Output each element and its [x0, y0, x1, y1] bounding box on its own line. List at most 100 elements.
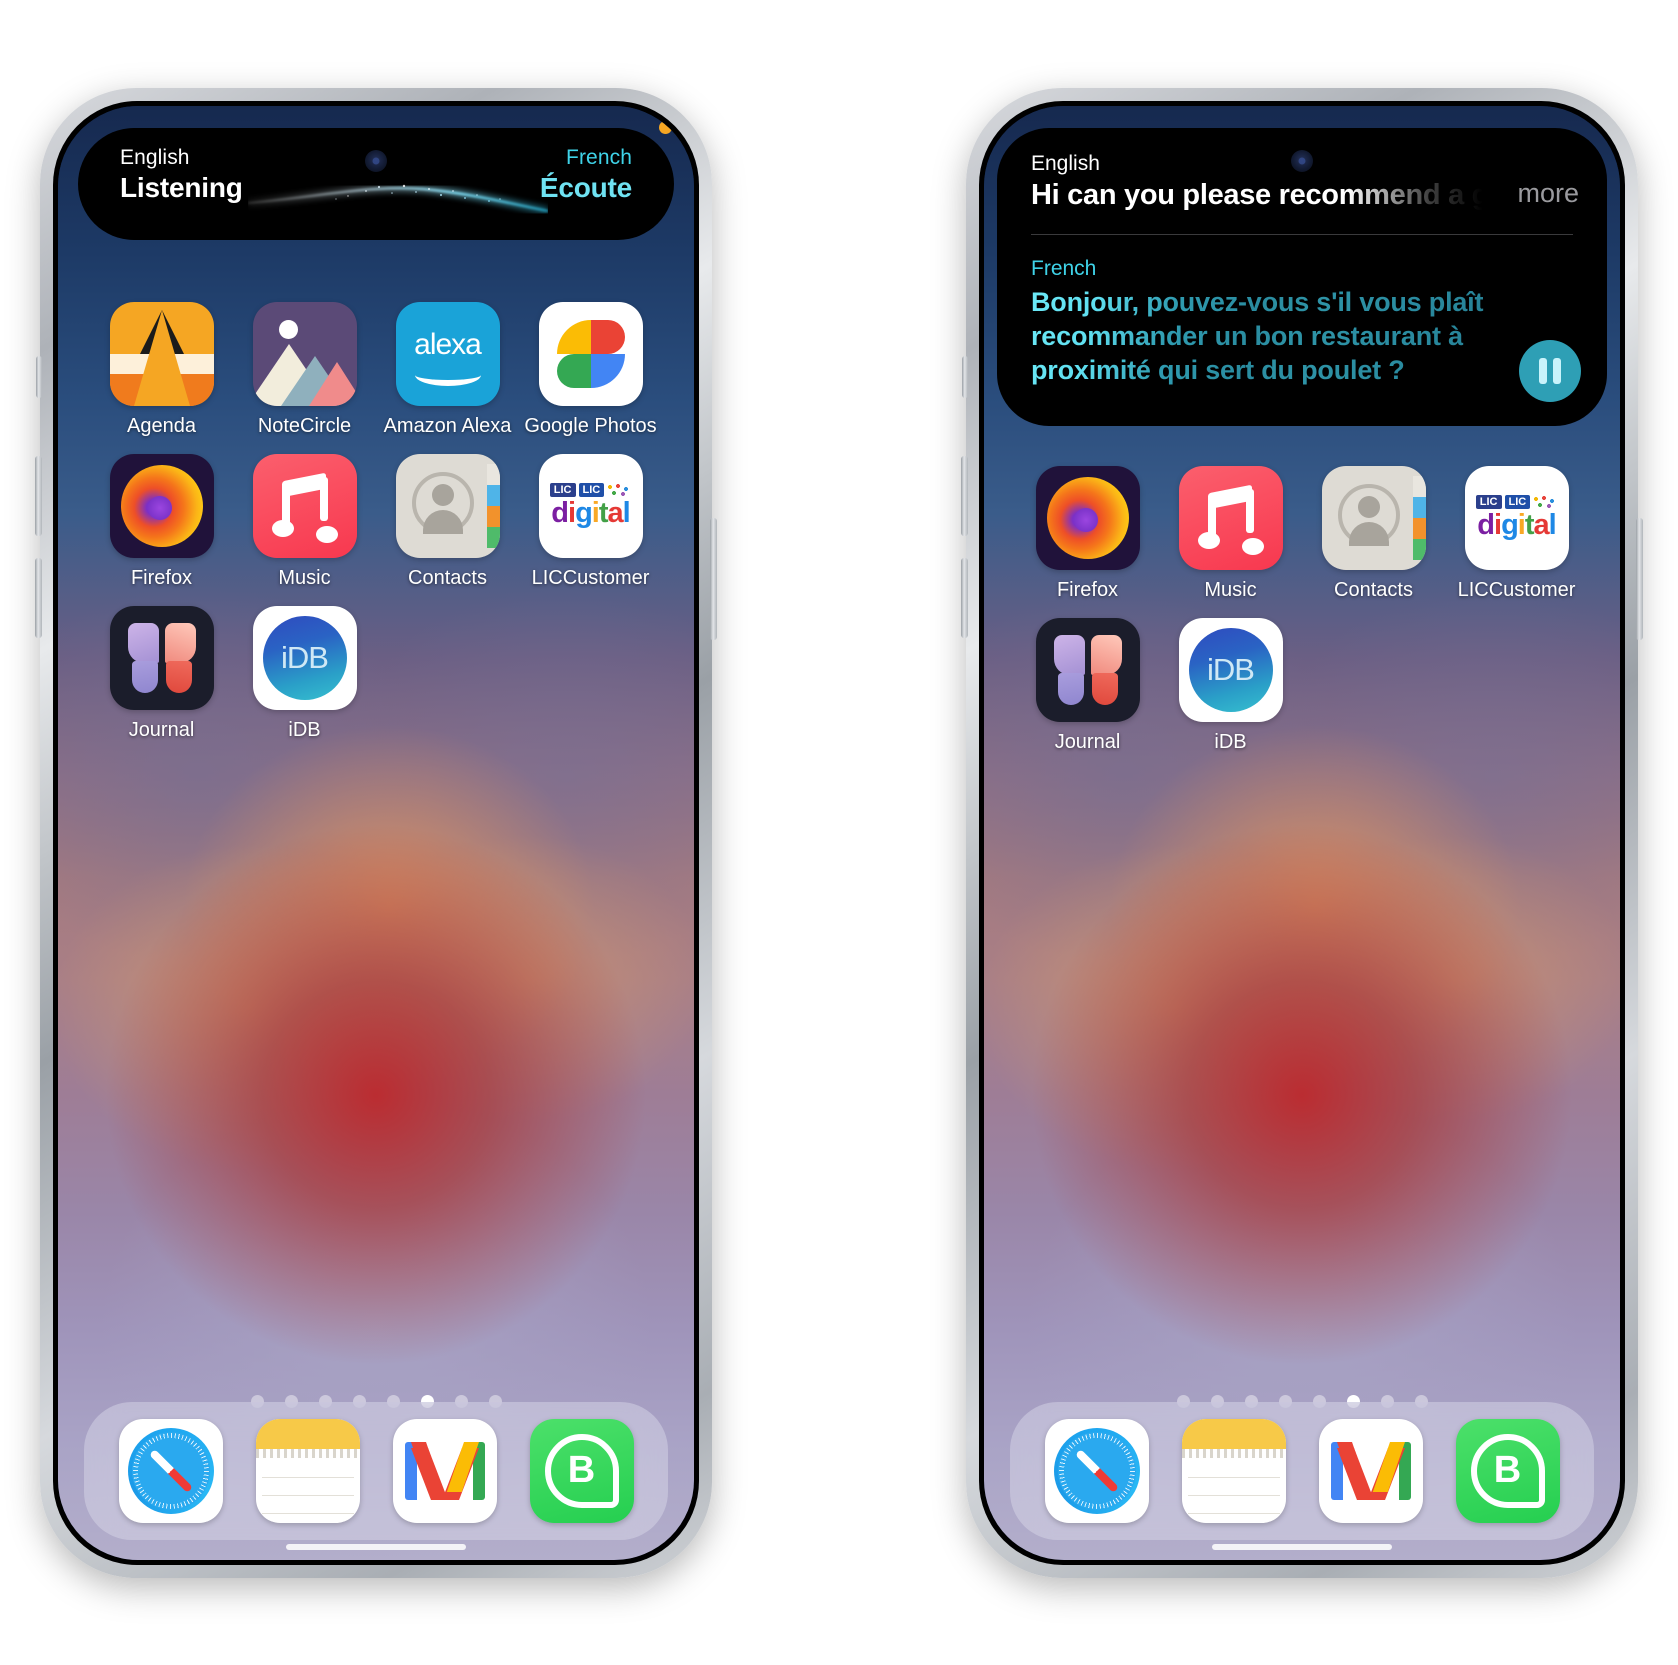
idb-wordmark: iDB: [262, 615, 347, 700]
app-icon-journal[interactable]: Journal: [90, 605, 233, 742]
microphone-active-indicator-icon: [659, 120, 672, 134]
power-button[interactable]: [1636, 517, 1643, 640]
dock-right: B: [1010, 1401, 1594, 1540]
app-icon-agenda[interactable]: Agenda: [90, 301, 233, 438]
target-language-label: French: [566, 145, 632, 169]
phone-right: Firefox Music Contacts LIC LIC digital L…: [961, 87, 1643, 1578]
digital-wordmark: digital: [551, 497, 630, 529]
app-icon-google-photos[interactable]: Google Photos: [519, 301, 662, 438]
truedepth-camera-icon: [1291, 149, 1313, 172]
target-language-label: French: [1031, 256, 1097, 280]
screen-left: Agenda NoteCircle alexa Amazon Alexa Goo…: [58, 105, 694, 1560]
notecircle-icon: [252, 301, 357, 406]
home-screen-app-grid-right: Firefox Music Contacts LIC LIC digital L…: [984, 465, 1620, 770]
volume-down-button[interactable]: [35, 557, 42, 638]
app-icon-contacts[interactable]: Contacts: [1302, 465, 1445, 602]
source-language-label: English: [120, 145, 190, 169]
whatsapp-business-icon[interactable]: B: [529, 1418, 634, 1523]
app-label: LICCustomer: [1457, 578, 1576, 601]
app-label: Firefox: [130, 566, 193, 589]
gmail-icon[interactable]: [1318, 1418, 1423, 1523]
target-translation-text: Bonjour, pouvez-vous s'il vous plaît rec…: [1031, 285, 1503, 387]
notes-icon[interactable]: [255, 1418, 360, 1523]
phone-bezel-left: Agenda NoteCircle alexa Amazon Alexa Goo…: [53, 100, 699, 1565]
home-screen-app-grid-left: Agenda NoteCircle alexa Amazon Alexa Goo…: [58, 301, 694, 758]
home-indicator[interactable]: [1212, 1543, 1392, 1550]
island-source-block: English Listening: [120, 146, 243, 206]
phone-left: Agenda NoteCircle alexa Amazon Alexa Goo…: [35, 87, 717, 1578]
safari-icon[interactable]: [118, 1418, 223, 1523]
app-label: Firefox: [1056, 578, 1119, 601]
island-target-block: French Écoute: [540, 146, 632, 206]
notes-icon[interactable]: [1181, 1418, 1286, 1523]
silent-switch[interactable]: [962, 355, 968, 398]
app-label: iDB: [288, 718, 321, 741]
whatsapp-b-glyph: B: [544, 1433, 619, 1508]
app-icon-idb[interactable]: iDB iDB: [1159, 617, 1302, 754]
source-transcript-text: Hi can you please recommend a good: [1031, 178, 1483, 211]
app-row: Journal iDB iDB: [90, 605, 662, 742]
app-icon-journal[interactable]: Journal: [1016, 617, 1159, 754]
source-status-label: Listening: [120, 172, 243, 204]
app-row: Agenda NoteCircle alexa Amazon Alexa Goo…: [90, 301, 662, 438]
digital-wordmark: digital: [1477, 509, 1556, 541]
idb-icon: iDB: [1178, 617, 1283, 722]
gmail-icon[interactable]: [392, 1418, 497, 1523]
app-label: Agenda: [127, 414, 196, 437]
app-row: Journal iDB iDB: [1016, 617, 1588, 754]
app-icon-notecircle[interactable]: NoteCircle: [233, 301, 376, 438]
target-status-label: Écoute: [539, 172, 632, 204]
contacts-icon: [1321, 465, 1426, 570]
app-icon-music[interactable]: Music: [233, 453, 376, 590]
more-button[interactable]: more: [1517, 178, 1579, 209]
screen-right: Firefox Music Contacts LIC LIC digital L…: [984, 105, 1620, 1560]
app-label: Journal: [1054, 730, 1121, 753]
volume-up-button[interactable]: [35, 455, 42, 536]
app-icon-liccustomer[interactable]: LIC LIC digital LICCustomer: [1445, 465, 1588, 602]
app-row: Firefox Music Contacts LIC LIC digital L…: [1016, 465, 1588, 602]
app-label: Journal: [128, 718, 195, 741]
app-label: LICCustomer: [531, 566, 650, 589]
alexa-wordmark: alexa: [414, 327, 482, 361]
pause-button[interactable]: [1519, 339, 1581, 402]
app-icon-firefox[interactable]: Firefox: [90, 453, 233, 590]
app-label: NoteCircle: [257, 414, 352, 437]
dock-left: B: [84, 1401, 668, 1540]
dynamic-island-translate-listening[interactable]: English Listening French Écoute: [78, 127, 674, 240]
dynamic-island-translate-expanded[interactable]: English Hi can you please recommend a go…: [997, 127, 1607, 426]
lic-badge-2: LIC: [578, 483, 605, 497]
pause-bar-left: [1539, 357, 1547, 384]
app-icon-music[interactable]: Music: [1159, 465, 1302, 602]
volume-down-button[interactable]: [961, 557, 968, 638]
safari-icon[interactable]: [1044, 1418, 1149, 1523]
home-indicator[interactable]: [286, 1543, 466, 1550]
app-icon-firefox[interactable]: Firefox: [1016, 465, 1159, 602]
app-label: iDB: [1214, 730, 1247, 753]
app-label: Amazon Alexa: [383, 414, 512, 437]
amazon-alexa-icon: alexa: [395, 301, 500, 406]
liccustomer-icon: LIC LIC digital: [1464, 465, 1569, 570]
app-icon-liccustomer[interactable]: LIC LIC digital LICCustomer: [519, 453, 662, 590]
section-divider: [1031, 233, 1573, 235]
firefox-icon: [1035, 465, 1140, 570]
power-button[interactable]: [710, 517, 717, 640]
lic-badge: LIC: [1475, 495, 1502, 509]
whatsapp-business-icon[interactable]: B: [1455, 1418, 1560, 1523]
screenshot-stage: Agenda NoteCircle alexa Amazon Alexa Goo…: [0, 0, 1678, 1665]
amazon-smile-icon: [414, 364, 481, 386]
journal-icon: [1035, 617, 1140, 722]
truedepth-camera-icon: [365, 149, 387, 172]
app-label: Music: [278, 566, 331, 589]
journal-icon: [109, 605, 214, 710]
agenda-icon: [109, 301, 214, 406]
liccustomer-icon: LIC LIC digital: [538, 453, 643, 558]
app-row: Firefox Music Contacts LIC LIC digital L…: [90, 453, 662, 590]
app-icon-contacts[interactable]: Contacts: [376, 453, 519, 590]
volume-up-button[interactable]: [961, 455, 968, 536]
lic-badge-2: LIC: [1504, 495, 1531, 509]
app-icon-amazon-alexa[interactable]: alexa Amazon Alexa: [376, 301, 519, 438]
music-icon: [252, 453, 357, 558]
app-icon-idb[interactable]: iDB iDB: [233, 605, 376, 742]
silent-switch[interactable]: [36, 355, 42, 398]
island-target-block: French Bonjour, pouvez-vous s'il vous pl…: [1031, 257, 1573, 387]
